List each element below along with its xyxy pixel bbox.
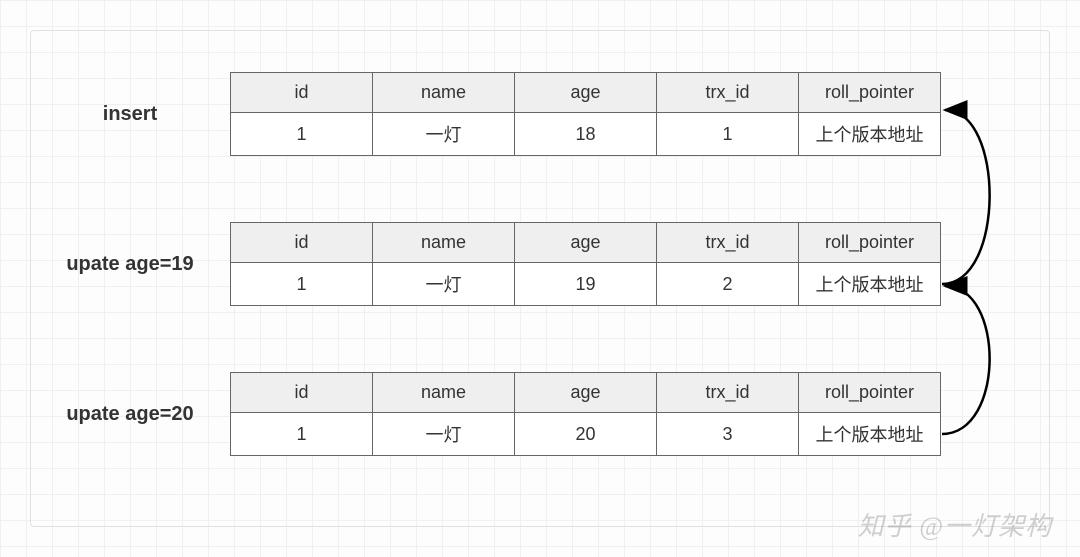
cell-id: 1	[231, 113, 373, 156]
col-age: age	[515, 373, 657, 413]
cell-roll-pointer: 上个版本地址	[799, 263, 941, 306]
col-roll-pointer: roll_pointer	[799, 373, 941, 413]
cell-age: 20	[515, 413, 657, 456]
watermark: 知乎 @一灯架构	[858, 506, 1052, 543]
cell-id: 1	[231, 413, 373, 456]
cell-trx-id: 1	[657, 113, 799, 156]
table-v2: id name age trx_id roll_pointer 1 一灯 19 …	[230, 222, 941, 306]
cell-name: 一灯	[373, 263, 515, 306]
cell-name: 一灯	[373, 113, 515, 156]
cell-id: 1	[231, 263, 373, 306]
col-roll-pointer: roll_pointer	[799, 73, 941, 113]
version-row-3: upate age=20 id name age trx_id roll_poi…	[40, 372, 941, 456]
col-id: id	[231, 223, 373, 263]
row-label-update19: upate age=19	[40, 253, 230, 276]
cell-age: 18	[515, 113, 657, 156]
table-row: 1 一灯 20 3 上个版本地址	[231, 413, 941, 456]
row-label-insert: insert	[40, 103, 230, 126]
version-row-2: upate age=19 id name age trx_id roll_poi…	[40, 222, 941, 306]
table-v3: id name age trx_id roll_pointer 1 一灯 20 …	[230, 372, 941, 456]
cell-age: 19	[515, 263, 657, 306]
cell-name: 一灯	[373, 413, 515, 456]
col-age: age	[515, 73, 657, 113]
col-roll-pointer: roll_pointer	[799, 223, 941, 263]
col-id: id	[231, 373, 373, 413]
col-id: id	[231, 73, 373, 113]
col-name: name	[373, 73, 515, 113]
table-row: 1 一灯 18 1 上个版本地址	[231, 113, 941, 156]
cell-trx-id: 2	[657, 263, 799, 306]
col-trx-id: trx_id	[657, 223, 799, 263]
cell-trx-id: 3	[657, 413, 799, 456]
col-name: name	[373, 223, 515, 263]
cell-roll-pointer: 上个版本地址	[799, 113, 941, 156]
col-name: name	[373, 373, 515, 413]
col-trx-id: trx_id	[657, 373, 799, 413]
table-v1: id name age trx_id roll_pointer 1 一灯 18 …	[230, 72, 941, 156]
table-row: 1 一灯 19 2 上个版本地址	[231, 263, 941, 306]
col-trx-id: trx_id	[657, 73, 799, 113]
row-label-update20: upate age=20	[40, 403, 230, 426]
cell-roll-pointer: 上个版本地址	[799, 413, 941, 456]
col-age: age	[515, 223, 657, 263]
version-row-1: insert id name age trx_id roll_pointer 1…	[40, 72, 941, 156]
